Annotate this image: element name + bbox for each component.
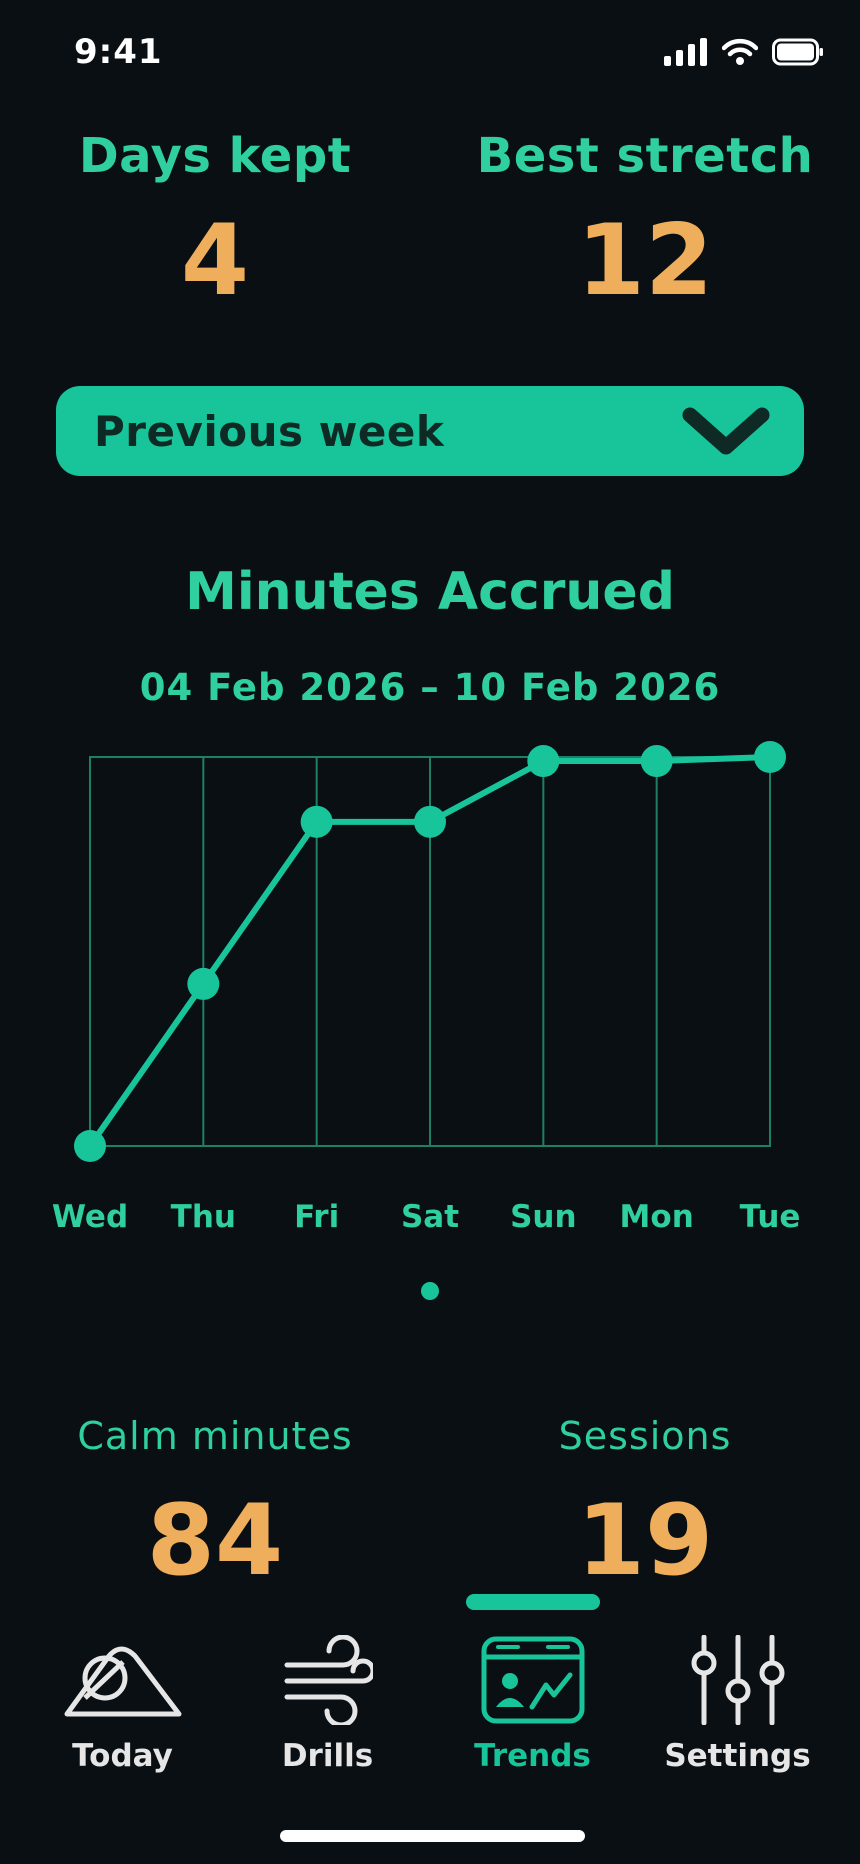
chart-x-tick-label: Fri xyxy=(294,1199,339,1235)
tab-drills[interactable]: Drills xyxy=(225,1630,430,1774)
calm-minutes-label: Calm minutes xyxy=(77,1414,353,1458)
chart-data-point xyxy=(640,745,673,778)
chart-title: Minutes Accrued xyxy=(185,562,675,622)
battery-icon xyxy=(772,38,823,66)
active-tab-indicator xyxy=(466,1594,600,1610)
trends-calendar-icon xyxy=(481,1636,584,1724)
chart-x-tick-label: Wed xyxy=(52,1199,128,1235)
mountain-icon xyxy=(64,1646,181,1717)
chevron-down-icon xyxy=(682,407,770,455)
tab-settings[interactable]: Settings xyxy=(635,1630,840,1774)
sessions-label: Sessions xyxy=(558,1414,732,1458)
chart-x-tick-label: Sat xyxy=(401,1199,459,1235)
tab-trends-label: Trends xyxy=(474,1738,591,1774)
tab-trends[interactable]: Trends xyxy=(430,1630,635,1774)
chart-x-tick-label: Tue xyxy=(740,1199,801,1235)
chart-x-tick-label: Thu xyxy=(171,1199,236,1235)
minutes-line-chart: Wed Thu Fri Sat Sun Mon Tue xyxy=(52,741,801,1235)
chart-data-point xyxy=(300,805,333,838)
sessions-value: 19 xyxy=(576,1484,714,1598)
chart-data-point xyxy=(74,1130,106,1162)
tab-today[interactable]: Today xyxy=(20,1630,225,1774)
days-kept-value: 4 xyxy=(180,204,250,318)
calm-minutes-value: 84 xyxy=(146,1484,284,1598)
chart-data-point xyxy=(187,967,220,1000)
home-indicator xyxy=(280,1830,585,1842)
sessions-stat: Sessions 19 xyxy=(430,1414,860,1590)
status-icons xyxy=(664,38,824,66)
status-bar: 9:41 xyxy=(0,0,860,110)
chart-data-point xyxy=(414,805,446,838)
tab-bar: Today Drills Trends Settings xyxy=(0,1630,860,1790)
days-kept-stat: Days kept 4 xyxy=(0,128,430,310)
chart-x-tick-label: Mon xyxy=(620,1199,694,1235)
status-time: 9:41 xyxy=(74,32,163,72)
sliders-icon xyxy=(691,1635,784,1725)
calm-minutes-stat: Calm minutes 84 xyxy=(0,1414,430,1590)
chart-x-tick-label: Sun xyxy=(510,1199,576,1235)
chart-date-range: 04 Feb 2026 – 10 Feb 2026 xyxy=(139,666,721,709)
days-kept-label: Days kept xyxy=(78,128,352,184)
page-indicator-dot[interactable] xyxy=(421,1282,439,1300)
wifi-icon xyxy=(722,38,758,65)
period-dropdown[interactable]: Previous week xyxy=(56,386,804,476)
period-dropdown-label: Previous week xyxy=(94,406,445,456)
cellular-signal-icon xyxy=(664,38,707,66)
tab-today-label: Today xyxy=(72,1738,173,1774)
tab-drills-label: Drills xyxy=(281,1738,374,1774)
chart-data-point xyxy=(527,745,560,778)
best-stretch-stat: Best stretch 12 xyxy=(430,128,860,310)
chart-data-point xyxy=(754,741,786,773)
tab-settings-label: Settings xyxy=(664,1738,811,1774)
wind-icon xyxy=(284,1635,373,1725)
best-stretch-label: Best stretch xyxy=(476,128,814,184)
best-stretch-value: 12 xyxy=(576,204,714,318)
